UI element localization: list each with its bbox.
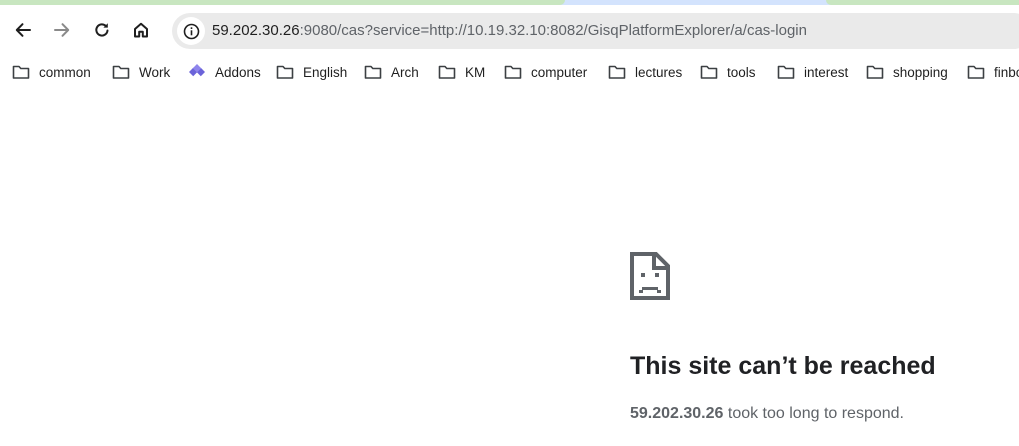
folder-icon bbox=[608, 65, 626, 79]
error-detail: took too long to respond. bbox=[723, 405, 904, 422]
bookmark-computer[interactable]: computer bbox=[504, 61, 587, 83]
forward-button[interactable] bbox=[47, 15, 77, 45]
url-path: :9080/cas?service=http://10.19.32.10:808… bbox=[299, 22, 807, 39]
url-host: 59.202.30.26 bbox=[212, 22, 300, 39]
reload-icon bbox=[95, 23, 109, 37]
error-title: This site can’t be reached bbox=[630, 352, 936, 380]
folder-icon bbox=[12, 65, 30, 79]
folder-icon bbox=[777, 65, 795, 79]
bookmark-arch[interactable]: Arch bbox=[364, 61, 419, 83]
bookmark-label: Addons bbox=[215, 64, 261, 80]
bookmark-label: Arch bbox=[391, 64, 419, 80]
bookmark-finbo[interactable]: finbo bbox=[967, 61, 1019, 83]
error-panel: This site can’t be reached 59.202.30.26 … bbox=[630, 252, 1019, 422]
bookmark-shopping[interactable]: shopping bbox=[866, 61, 948, 83]
site-info-button[interactable] bbox=[177, 17, 205, 45]
bookmark-label: common bbox=[39, 64, 91, 80]
bookmark-km[interactable]: KM bbox=[438, 61, 485, 83]
folder-icon bbox=[700, 65, 718, 79]
folder-icon bbox=[438, 65, 456, 79]
browser-toolbar: 59.202.30.26:9080/cas?service=http://10.… bbox=[0, 5, 1019, 56]
bookmark-label: lectures bbox=[635, 64, 683, 80]
bookmark-label: interest bbox=[804, 64, 849, 80]
folder-icon bbox=[276, 65, 294, 79]
addons-icon bbox=[189, 64, 205, 77]
folder-icon bbox=[967, 65, 985, 79]
arrow-left-icon bbox=[15, 23, 31, 37]
folder-icon bbox=[866, 65, 884, 79]
reload-button[interactable] bbox=[87, 15, 117, 45]
address-bar[interactable]: 59.202.30.26:9080/cas?service=http://10.… bbox=[172, 13, 1019, 49]
error-host: 59.202.30.26 bbox=[630, 405, 724, 422]
bookmark-label: tools bbox=[727, 64, 756, 80]
back-button[interactable] bbox=[8, 15, 38, 45]
bookmark-label: computer bbox=[531, 64, 588, 80]
bookmark-label: Work bbox=[139, 64, 171, 80]
bookmark-english[interactable]: English bbox=[276, 61, 347, 83]
bookmark-label: English bbox=[303, 64, 348, 80]
error-message: 59.202.30.26 took too long to respond. bbox=[630, 405, 904, 423]
bookmarks-bar: common Work Addons English Arch KM computer lec… bbox=[0, 56, 1019, 88]
url-text[interactable]: 59.202.30.26:9080/cas?service=http://10.… bbox=[212, 13, 807, 49]
bookmark-lectures[interactable]: lectures bbox=[608, 61, 682, 83]
bookmark-work[interactable]: Work bbox=[112, 61, 170, 83]
sad-page-icon bbox=[630, 252, 670, 300]
home-button[interactable] bbox=[126, 15, 156, 45]
bookmark-common[interactable]: common bbox=[12, 61, 91, 83]
bookmark-addons[interactable]: Addons bbox=[188, 61, 261, 83]
bookmark-label: KM bbox=[465, 64, 486, 80]
arrow-right-icon bbox=[54, 23, 70, 37]
bookmark-label: shopping bbox=[893, 64, 948, 80]
folder-icon bbox=[112, 65, 130, 79]
folder-icon bbox=[364, 65, 382, 79]
bookmark-tools[interactable]: tools bbox=[700, 61, 756, 83]
folder-icon bbox=[504, 65, 522, 79]
info-icon bbox=[183, 23, 199, 39]
bookmark-interest[interactable]: interest bbox=[777, 61, 848, 83]
bookmark-label: finbo bbox=[994, 64, 1019, 80]
home-icon bbox=[134, 22, 148, 38]
